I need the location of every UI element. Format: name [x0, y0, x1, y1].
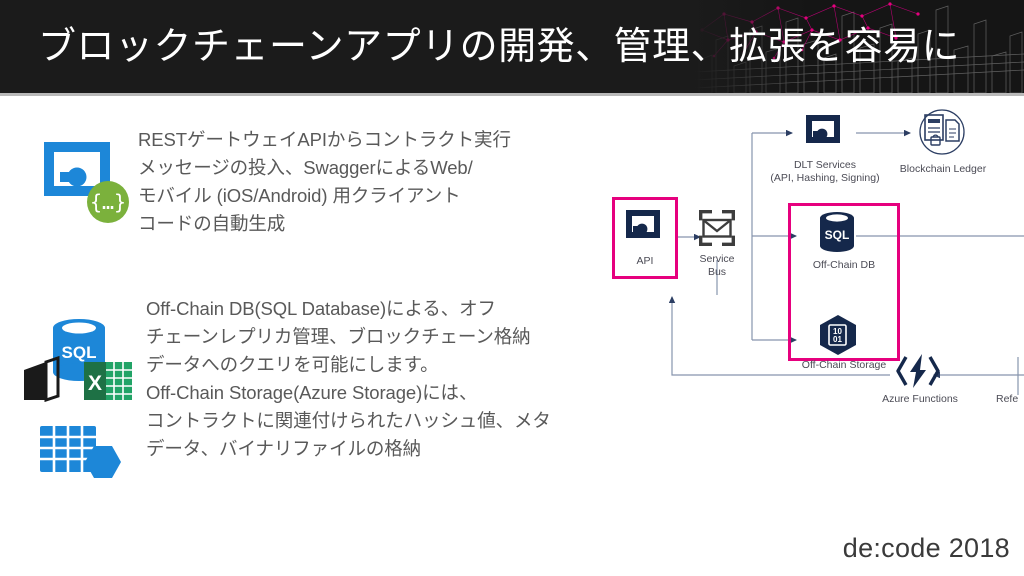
api-apps-json-icon: {…} [34, 128, 134, 228]
page-title: ブロックチェーンアプリの開発、管理、拡張を容易に [38, 26, 961, 68]
blockchain-ledger-icon [916, 107, 968, 159]
bullet-api-text: RESTゲートウェイAPIからコントラクト実行 メッセージの投入、Swagger… [138, 129, 511, 234]
header-banner: ブロックチェーンアプリの開発、管理、拡張を容易に [0, 0, 1024, 93]
banner-divider [0, 93, 1024, 96]
bullet-offchain-text: Off-Chain DB(SQL Database)による、オフ チェーンレプリ… [146, 298, 551, 459]
node-label-blockchain-ledger: Blockchain Ledger [899, 163, 987, 175]
azure-table-storage-icon [36, 420, 128, 492]
service-bus-icon [696, 207, 738, 249]
sql-database-icon: SQL [812, 209, 862, 257]
node-label-api: API [636, 255, 654, 267]
sql-icon-text: SQL [825, 228, 850, 242]
svg-text:{…}: {…} [90, 190, 126, 214]
api-apps-icon [622, 205, 668, 251]
node-label-off-chain-storage: Off-Chain Storage [801, 359, 887, 371]
slide-root: ブロックチェーンアプリの開発、管理、拡張を容易に {…} RESTゲートウェイA… [0, 0, 1024, 576]
node-label-azure-functions: Azure Functions [882, 393, 958, 405]
binary-storage-icon: 10 01 [814, 313, 862, 357]
azure-functions-icon [896, 351, 940, 391]
node-label-reference-cut: Refe [996, 393, 1019, 405]
node-label-dlt-services: DLT Services (API, Hashing, Signing) [770, 159, 880, 184]
architecture-diagram: API Service Bus DLT Services (API, Hashi… [600, 105, 1024, 415]
node-label-service-bus: Service Bus [699, 253, 735, 278]
footer-branding: de:code 2018 [842, 533, 1010, 563]
svg-text:SQL: SQL [62, 343, 97, 362]
dlt-services-api-apps-icon [802, 110, 848, 156]
svg-text:01: 01 [833, 335, 842, 344]
sql-database-powerbi-excel-icon: SQL X [24, 312, 140, 403]
svg-text:X: X [88, 372, 102, 395]
node-label-off-chain-db: Off-Chain DB [812, 259, 876, 271]
